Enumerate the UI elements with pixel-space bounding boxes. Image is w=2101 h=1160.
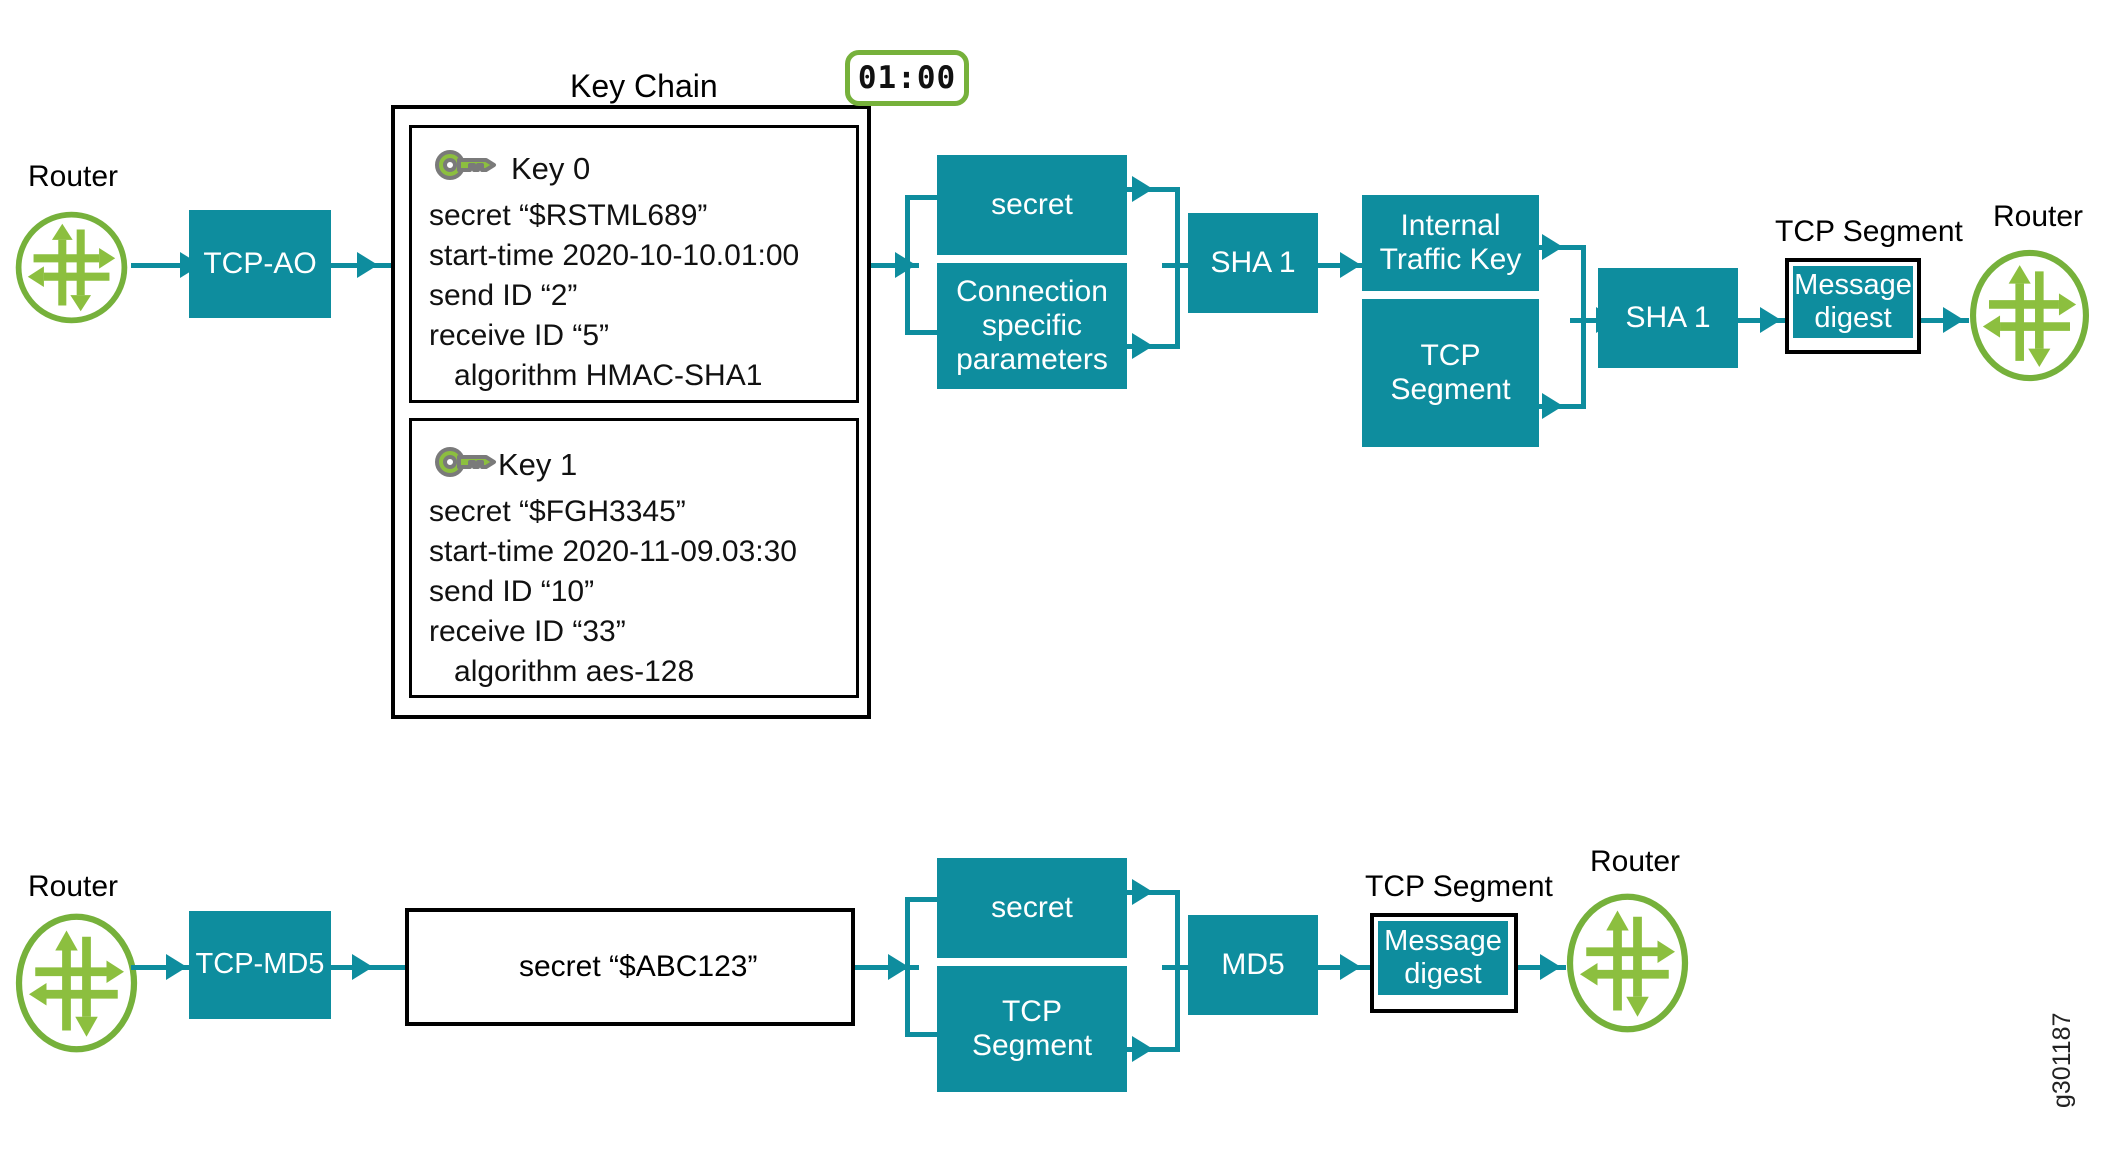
router-left-top-label: Router: [28, 160, 119, 193]
router-left-bottom-icon: [14, 913, 139, 1053]
router-left-top-icon: [14, 210, 129, 325]
key-chain-title: Key Chain: [570, 68, 718, 104]
arrow-head: [1943, 307, 1964, 333]
ao-tcp-segment-box: TCP Segment: [1362, 299, 1539, 447]
arrow-head: [166, 954, 187, 980]
key-0-line-send-id: send ID “2”: [429, 279, 578, 312]
md5-secret-text: secret “$ABC123”: [519, 950, 758, 983]
router-right-bottom-icon: [1565, 893, 1690, 1033]
ao-sha1-box-2: SHA 1: [1598, 268, 1738, 368]
ao-secret-box: secret: [937, 155, 1127, 255]
arrow-head: [1760, 307, 1781, 333]
key-1-line-send-id: send ID “10”: [429, 575, 595, 608]
key-0-line-secret: secret “$RSTML689”: [429, 199, 708, 232]
ao-tcp-segment-label: TCP Segment: [1775, 215, 1963, 248]
arrow-head: [352, 954, 373, 980]
key-rollover-timer: 01:00: [845, 50, 969, 106]
router-right-bottom-label: Router: [1590, 845, 1681, 878]
md5-input-secret-box: secret: [937, 858, 1127, 958]
ao-sha1-box-1: SHA 1: [1188, 213, 1318, 313]
ao-message-digest-box: Message digest: [1793, 266, 1913, 338]
arrow-head: [1540, 954, 1561, 980]
md5-message-digest-box: Message digest: [1378, 921, 1508, 995]
key-1-line-receive-id: receive ID “33”: [429, 615, 626, 648]
router-left-bottom-label: Router: [28, 870, 119, 903]
router-right-top-icon: [1967, 248, 2092, 383]
watermark-id: g301187: [2048, 1012, 2076, 1108]
diagram-canvas: Router TCP-AO Key Chain Key 0 secret “$R…: [0, 0, 2101, 1160]
merge-bracket-ao-1: [1144, 187, 1180, 349]
key-1-name: Key 1: [498, 447, 578, 482]
key-1-line-secret: secret “$FGH3345”: [429, 495, 686, 528]
tcp-md5-box: TCP-MD5: [189, 911, 331, 1019]
ao-internal-traffic-key-box: Internal Traffic Key: [1362, 195, 1539, 291]
ao-connection-parameters-box: Connection specific parameters: [937, 263, 1127, 389]
key-0-line-algorithm: algorithm HMAC-SHA1: [429, 359, 763, 392]
tcp-ao-box: TCP-AO: [189, 210, 331, 318]
merge-bracket-ao-2: [1554, 245, 1586, 409]
key-icon: [434, 148, 498, 182]
md5-hash-box: MD5: [1188, 915, 1318, 1015]
merge-bracket-md5: [1144, 890, 1180, 1052]
key-0-line-start-time: start-time 2020-10-10.01:00: [429, 239, 800, 272]
arrow-head: [357, 252, 378, 278]
key-icon: [434, 445, 498, 479]
key-1-line-algorithm: algorithm aes-128: [429, 655, 695, 688]
arrow-head: [1340, 252, 1361, 278]
arrow-head: [1340, 954, 1361, 980]
key-1-line-start-time: start-time 2020-11-09.03:30: [429, 535, 797, 568]
key-0-name: Key 0: [511, 151, 591, 186]
key-0-line-receive-id: receive ID “5”: [429, 319, 610, 352]
router-right-top-label: Router: [1993, 200, 2084, 233]
md5-input-tcp-segment-box: TCP Segment: [937, 966, 1127, 1092]
md5-tcp-segment-label: TCP Segment: [1365, 870, 1553, 903]
